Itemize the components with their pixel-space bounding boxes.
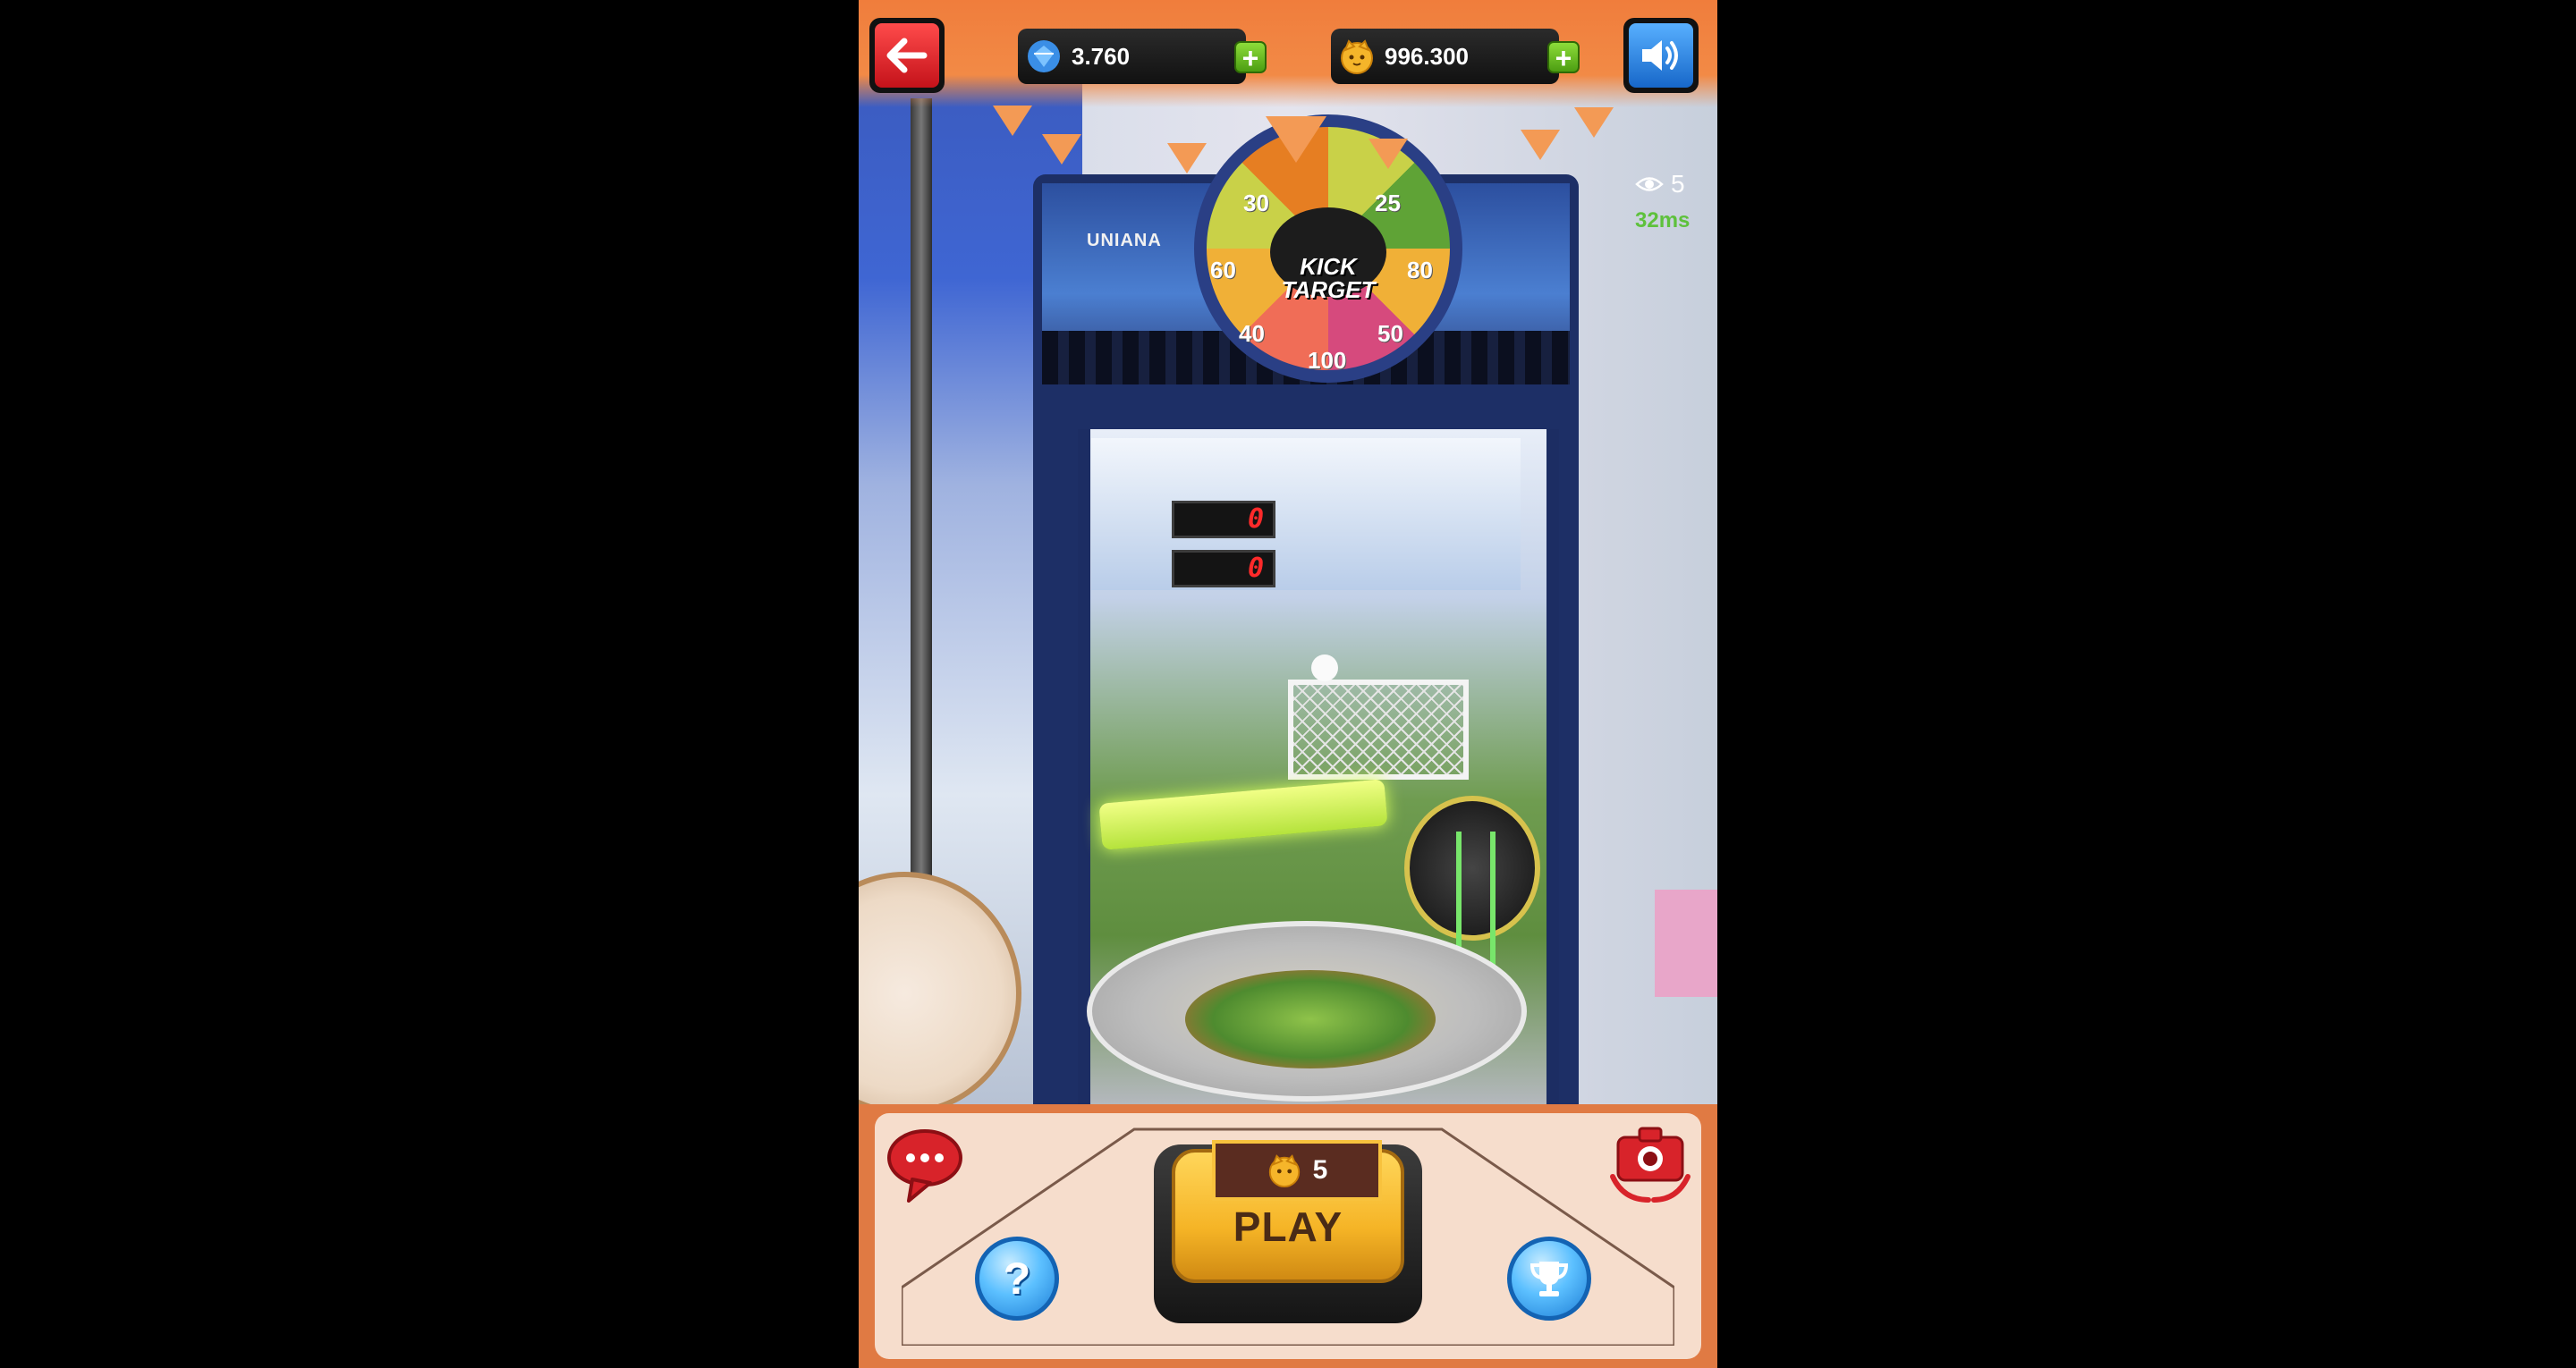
score-first-value: 0 <box>1247 553 1264 584</box>
help-button[interactable]: ? <box>975 1237 1059 1321</box>
cat-coin-icon <box>1341 39 1373 74</box>
play-cost-value: 5 <box>1312 1155 1328 1185</box>
goal-net <box>1288 680 1469 780</box>
add-coins-button[interactable]: + <box>1547 41 1580 73</box>
title-line-2: TARGET <box>1281 276 1376 303</box>
deco-triangle <box>1167 143 1207 173</box>
trophy-icon <box>1530 1262 1569 1296</box>
game-screen: UNIANA 0 0 30 25 60 80 50 100 40 KICK TA… <box>859 0 1717 1368</box>
wheel-number: 50 <box>1377 320 1403 347</box>
live-camera-feed: UNIANA 0 0 30 25 60 80 50 100 40 KICK TA… <box>859 0 1717 1104</box>
viewer-count-value: 5 <box>1671 170 1685 198</box>
switch-camera-button[interactable] <box>1606 1118 1695 1207</box>
wheel-number: 25 <box>1375 190 1401 216</box>
deco-triangle <box>1266 116 1326 163</box>
back-button[interactable] <box>869 18 945 93</box>
play-cost-badge: 5 <box>1212 1140 1382 1201</box>
arrow-left-icon <box>886 38 928 73</box>
add-gems-button[interactable]: + <box>1234 41 1267 73</box>
speaker-icon <box>1642 40 1678 71</box>
score-display-first: 0 <box>1172 550 1275 587</box>
cat-coin-icon <box>1268 1154 1300 1188</box>
title-line-1: KICK <box>1300 253 1357 280</box>
deco-triangle <box>1042 134 1081 165</box>
gem-balance: 3.760 <box>1018 29 1246 84</box>
kick-target-title: KICK TARGET <box>1252 255 1404 301</box>
chat-bubble-icon <box>887 1129 962 1203</box>
wheel-number: 100 <box>1308 347 1347 374</box>
header-band <box>859 0 1717 107</box>
deco-triangle <box>1521 130 1560 160</box>
wheel-number: 80 <box>1407 257 1433 283</box>
play-button-label: PLAY <box>1233 1203 1343 1250</box>
arcade-sign <box>1655 890 1717 997</box>
gem-value: 3.760 <box>1072 43 1131 70</box>
leaderboard-button[interactable] <box>1507 1237 1591 1321</box>
gem-icon <box>1028 40 1060 72</box>
coin-balance: 996.300 <box>1331 29 1559 84</box>
wheel-number: 40 <box>1239 320 1265 347</box>
camera-switch-icon <box>1610 1127 1690 1203</box>
marquee-text: UNIANA <box>1087 231 1162 250</box>
soccer-ball <box>1311 654 1338 681</box>
latency-readout: 32ms <box>1635 208 1690 232</box>
turntable-logo <box>1185 970 1436 1068</box>
score-next-value: 0 <box>1247 503 1264 535</box>
control-panel: ? 5 PLAY <box>859 1104 1717 1368</box>
back-button-face <box>875 23 939 88</box>
sound-toggle-button[interactable] <box>1623 18 1699 93</box>
deco-triangle <box>993 106 1032 136</box>
wheel-number: 60 <box>1210 257 1236 283</box>
viewer-count: 5 <box>1635 170 1685 198</box>
deco-triangle <box>1574 107 1614 138</box>
question-icon: ? <box>1003 1254 1031 1304</box>
coin-value: 996.300 <box>1385 43 1469 70</box>
score-display-next: 0 <box>1172 501 1275 538</box>
playfield-backdrop <box>1091 438 1521 590</box>
chat-button[interactable] <box>886 1124 966 1204</box>
eye-icon <box>1635 177 1664 191</box>
wheel-number: 30 <box>1243 190 1269 216</box>
deco-triangle <box>1368 139 1408 169</box>
sound-button-face <box>1629 23 1693 88</box>
